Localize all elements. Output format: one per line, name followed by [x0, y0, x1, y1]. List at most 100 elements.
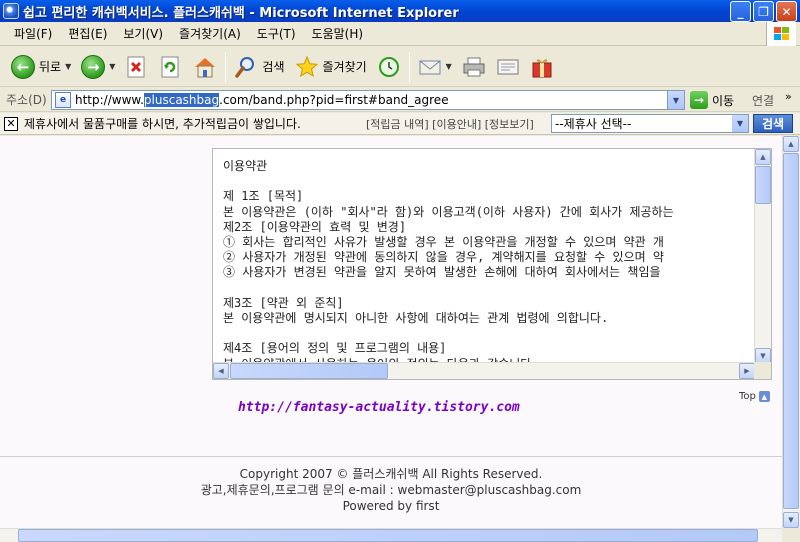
terms-line: 본 이용약관은 (이하 "회사"라 함)와 이용고객(이하 사용자) 간에 회사… — [223, 204, 674, 219]
terms-line: 제3조 [약관 외 준칙] — [223, 295, 344, 310]
back-arrow-icon: ← — [11, 54, 35, 79]
address-dropdown-icon[interactable]: ▼ — [667, 91, 684, 109]
partner-links[interactable]: [적립금 내역] [이용안내] [정보보기] — [366, 116, 534, 132]
footer-divider — [0, 456, 782, 457]
footer: Copyright 2007 © 플러스캐쉬백 All Rights Reser… — [0, 466, 782, 514]
terms-line — [223, 174, 753, 189]
terms-line: 제 1조 [목적] — [223, 189, 304, 204]
terms-line: 제2조 [이용약관의 효력 및 변경] — [223, 219, 407, 234]
print-button[interactable] — [457, 50, 491, 84]
history-button[interactable] — [372, 50, 406, 84]
history-icon — [377, 55, 401, 79]
top-link-label: Top — [739, 391, 756, 402]
menu-view[interactable]: 보기(V) — [115, 25, 171, 42]
search-icon — [234, 55, 258, 79]
mail-button[interactable]: ▼ — [413, 50, 457, 84]
terms-line — [223, 281, 753, 296]
scroll-corner — [754, 362, 771, 379]
refresh-button[interactable] — [154, 50, 188, 84]
footer-contact: 광고,제휴문의,프로그램 문의 e-mail : webmaster@plusc… — [200, 483, 582, 497]
close-icon[interactable]: ✕ — [4, 116, 18, 131]
terms-line: ② 사용자가 개정된 약관에 동의하지 않을 경우, 계약해지를 요청할 수 있… — [223, 250, 664, 265]
terms-vertical-scrollbar[interactable]: ▲ ▼ — [754, 149, 771, 364]
page-icon: e — [55, 92, 71, 108]
menu-favorites[interactable]: 즐겨찾기(A) — [171, 25, 249, 42]
top-link[interactable]: Top ▲ — [739, 391, 770, 402]
edit-icon — [496, 55, 520, 79]
window-title: 쉽고 편리한 캐쉬백서비스. 플러스캐쉬백 - Microsoft Intern… — [23, 5, 459, 21]
page-viewport: 이용약관 제 1조 [목적] 본 이용약관은 (이하 "회사"라 함)와 이용고객… — [0, 136, 782, 528]
menu-help[interactable]: 도움말(H) — [304, 25, 372, 42]
menu-tools[interactable]: 도구(T) — [249, 25, 304, 42]
mail-dropdown-icon[interactable]: ▼ — [446, 62, 452, 71]
home-icon — [193, 55, 217, 79]
scroll-up-icon[interactable]: ▲ — [755, 149, 771, 165]
ie-icon — [3, 3, 19, 19]
printer-icon — [462, 55, 486, 79]
minimize-button[interactable]: _ — [730, 1, 751, 22]
refresh-icon — [159, 55, 183, 79]
toolbar-separator — [225, 51, 227, 82]
chevron-down-icon[interactable]: ▼ — [732, 115, 748, 132]
terms-line — [223, 326, 753, 341]
close-button[interactable]: ✕ — [776, 1, 797, 22]
stop-icon — [125, 55, 149, 79]
page-hscroll-thumb[interactable] — [18, 529, 758, 542]
page-scroll-up-icon[interactable]: ▲ — [783, 136, 799, 152]
partner-search-button[interactable]: 검색 — [753, 114, 793, 133]
favorites-label: 즐겨찾기 — [322, 60, 367, 74]
terms-line: ① 회사는 합리적인 사유가 발생할 경우 본 이용약관을 개정할 수 있으며 … — [223, 235, 664, 250]
search-button[interactable]: 검색 — [229, 50, 289, 84]
terms-box[interactable]: 이용약관 제 1조 [목적] 본 이용약관은 (이하 "회사"라 함)와 이용고객… — [212, 148, 772, 380]
terms-hscroll-thumb[interactable] — [230, 363, 388, 379]
stop-button[interactable] — [120, 50, 154, 84]
page-scroll-down-icon[interactable]: ▼ — [783, 512, 799, 528]
address-bar: 주소(D) e http://www.pluscashbag.com/band.… — [0, 88, 800, 112]
footer-powered: Powered by first — [342, 499, 440, 513]
scroll-left-icon[interactable]: ◀ — [213, 363, 229, 379]
watermark-url: http://fantasy-actuality.tistory.com — [238, 400, 520, 415]
menu-edit[interactable]: 편집(E) — [60, 25, 115, 42]
page-vertical-scrollbar[interactable]: ▲ ▼ — [782, 136, 800, 528]
go-arrow-icon: → — [690, 91, 708, 109]
terms-line: 제4조 [용어의 정의 및 프로그램의 내용] — [223, 341, 447, 356]
back-label: 뒤로 — [39, 60, 62, 74]
back-dropdown-icon[interactable]: ▼ — [65, 62, 71, 71]
terms-text: 이용약관 제 1조 [목적] 본 이용약관은 (이하 "회사"라 함)와 이용고객… — [223, 159, 753, 363]
star-icon — [295, 55, 319, 79]
favorites-button[interactable]: 즐겨찾기 — [290, 50, 372, 84]
forward-button[interactable]: → ▼ — [76, 50, 120, 84]
edit-button[interactable] — [491, 50, 525, 84]
go-button[interactable]: → 이동 — [690, 91, 734, 109]
title-bar: 쉽고 편리한 캐쉬백서비스. 플러스캐쉬백 - Microsoft Intern… — [0, 0, 800, 22]
footer-copyright: Copyright 2007 © 플러스캐쉬백 All Rights Reser… — [239, 467, 543, 481]
page-horizontal-scrollbar[interactable] — [0, 528, 782, 542]
back-button[interactable]: ← 뒤로 ▼ — [6, 50, 76, 84]
links-more-icon[interactable]: » — [785, 90, 792, 103]
address-label: 주소(D) — [6, 93, 47, 107]
address-input[interactable]: e http://www.pluscashbag.com/band.php?pi… — [51, 90, 685, 110]
toolbar-separator — [408, 51, 410, 82]
terms-horizontal-scrollbar[interactable]: ◀ ▶ — [213, 362, 755, 379]
scroll-right-icon[interactable]: ▶ — [739, 363, 755, 379]
maximize-button[interactable]: ❐ — [753, 1, 774, 22]
partner-select[interactable]: --제휴사 선택-- ▼ — [551, 114, 749, 133]
partner-message: 제휴사에서 물품구매를 하시면, 추가적립금이 쌓입니다. — [24, 117, 301, 131]
terms-vscroll-thumb[interactable] — [755, 166, 771, 204]
arrow-up-icon: ▲ — [758, 391, 770, 402]
windows-logo-icon — [766, 22, 796, 46]
links-label[interactable]: 연결 — [752, 92, 774, 109]
terms-line: ③ 사용자가 변경된 약관을 알지 못하여 발생한 손해에 대하여 회사에서는 … — [223, 265, 661, 280]
url-text[interactable]: http://www.pluscashbag.com/band.php?pid=… — [75, 93, 449, 107]
go-label: 이동 — [712, 93, 735, 108]
forward-arrow-icon: → — [81, 54, 106, 79]
home-button[interactable] — [188, 50, 222, 84]
mail-icon — [418, 55, 442, 79]
toolbar: ← 뒤로 ▼ → ▼ 검색 즐겨찾기 ▼ — [0, 47, 800, 87]
forward-dropdown-icon[interactable]: ▼ — [109, 62, 115, 71]
partner-toolbar: ✕ 제휴사에서 물품구매를 하시면, 추가적립금이 쌓입니다. [적립금 내역]… — [0, 113, 800, 135]
terms-line: 본 이용약관에 명시되지 아니한 사항에 대하여는 관계 법령에 의합니다. — [223, 311, 609, 326]
menu-file[interactable]: 파일(F) — [6, 25, 60, 42]
page-vscroll-thumb[interactable] — [783, 153, 799, 509]
gift-button[interactable] — [525, 50, 559, 84]
